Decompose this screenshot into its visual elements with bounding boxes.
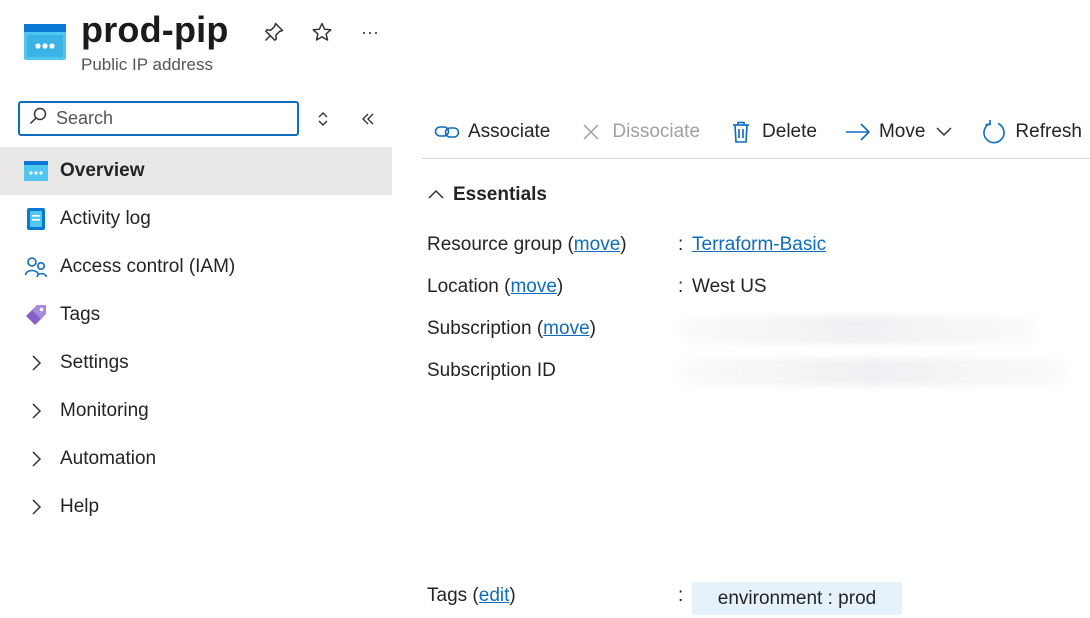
chevron-right-icon [24,495,48,519]
sidebar-item-label: Access control (IAM) [60,256,236,277]
chevron-right-icon [24,447,48,471]
tags-edit-link[interactable]: edit [479,585,510,606]
sidebar-item-tags[interactable]: Tags [0,291,392,339]
dissociate-button[interactable]: Dissociate [576,117,700,147]
people-icon [24,255,48,279]
sidebar-item-settings[interactable]: Settings [0,339,392,387]
location-value: West US [692,276,767,297]
subscription-move-link[interactable]: move [543,318,589,339]
public-ip-icon [24,24,66,60]
resource-header: prod-pip Public IP address ··· [0,0,1090,90]
toolbar-divider [422,158,1090,159]
link-icon [432,117,462,147]
location-label: Location (move) [427,276,564,297]
resource-group-value-link[interactable]: Terraform-Basic [692,234,826,256]
sidebar-item-label: Tags [60,304,101,325]
essentials-title: Essentials [453,184,547,205]
search-input[interactable] [54,107,284,130]
tag-icon [24,303,48,327]
chevron-right-icon [24,399,48,423]
delete-label: Delete [762,121,817,142]
delete-button[interactable]: Delete [726,117,817,147]
arrow-right-icon [843,117,873,147]
sidebar-item-access-control[interactable]: Access control (IAM) [0,243,392,291]
more-options-icon[interactable]: ··· [358,20,382,44]
associate-label: Associate [468,121,551,142]
field-separator: : [678,276,684,297]
sort-toggle-icon[interactable] [312,108,334,130]
sidebar-item-label: Settings [60,352,129,373]
close-icon [576,117,606,147]
sidebar-item-label: Monitoring [60,400,149,421]
chevron-right-icon [24,351,48,375]
field-separator: : [678,234,684,255]
chevron-up-icon [427,186,445,204]
location-move-link[interactable]: move [510,276,556,297]
refresh-label: Refresh [1015,121,1082,142]
command-bar: Associate Dissociate Delete Move Refresh [422,108,1090,156]
tags-label: Tags (edit) [427,585,516,606]
search-icon [28,106,48,131]
sidebar-nav: Overview Activity log Access control (IA… [0,147,392,531]
page-title: prod-pip [81,9,229,50]
field-separator: : [678,585,684,606]
sidebar-item-label: Activity log [60,208,151,229]
sidebar-item-help[interactable]: Help [0,483,392,531]
move-button[interactable]: Move [843,117,953,147]
trash-icon [726,117,756,147]
sidebar-item-label: Overview [60,160,145,181]
star-icon[interactable] [310,20,334,44]
subscription-value-redacted [678,316,1038,344]
pin-icon[interactable] [262,20,286,44]
refresh-button[interactable]: Refresh [979,117,1082,147]
resource-group-move-link[interactable]: move [574,234,620,255]
chevron-down-icon [935,126,953,138]
essentials-toggle[interactable]: Essentials [427,184,547,206]
search-box[interactable] [18,101,299,136]
refresh-icon [979,117,1009,147]
tag-pill-environment[interactable]: environment : prod [692,582,902,615]
sidebar-item-overview[interactable]: Overview [0,147,392,195]
collapse-sidebar-icon[interactable] [357,108,379,130]
subscription-label: Subscription (move) [427,318,596,339]
resource-group-label: Resource group (move) [427,234,627,255]
associate-button[interactable]: Associate [432,117,550,147]
dissociate-label: Dissociate [612,121,701,142]
subscription-id-label: Subscription ID [427,360,556,381]
move-label: Move [878,121,926,142]
subscription-id-value-redacted [678,358,1068,386]
sidebar-item-activity-log[interactable]: Activity log [0,195,392,243]
page-subtitle: Public IP address [81,55,213,74]
activity-log-icon [24,207,48,231]
sidebar-item-monitoring[interactable]: Monitoring [0,387,392,435]
sidebar-item-automation[interactable]: Automation [0,435,392,483]
public-ip-icon [24,159,48,183]
sidebar-item-label: Help [60,496,100,517]
sidebar-item-label: Automation [60,448,157,469]
